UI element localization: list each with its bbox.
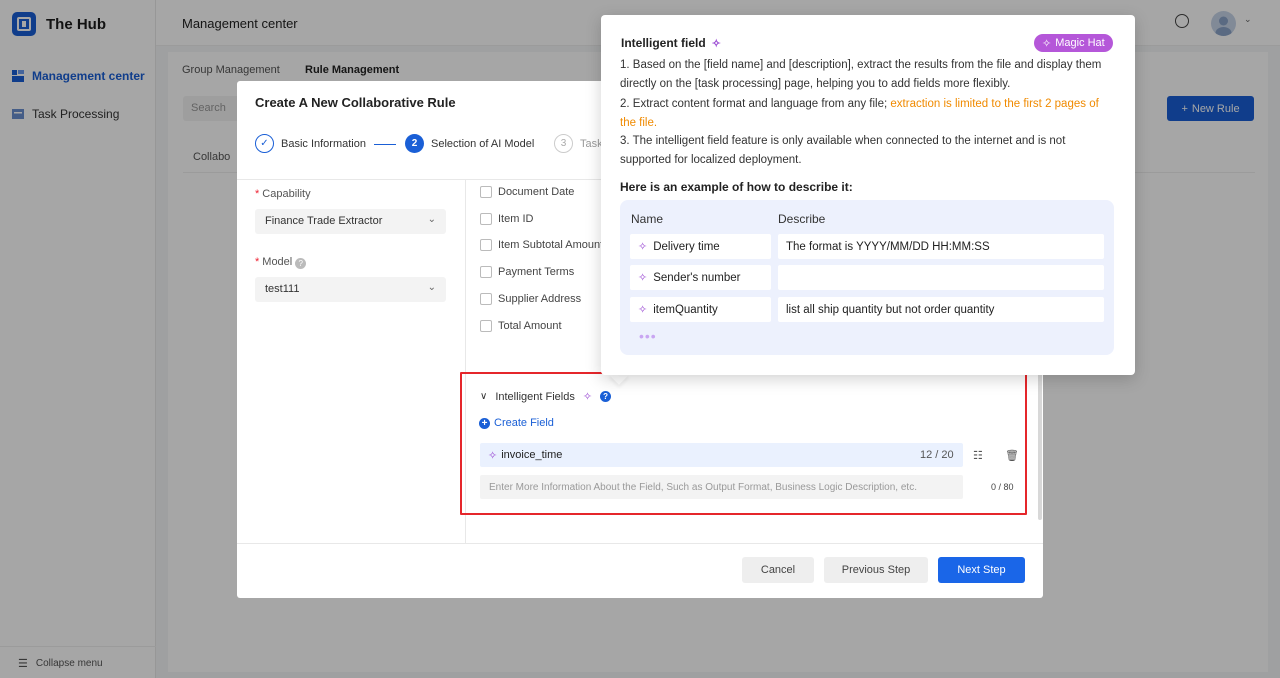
field-name-value: invoice_time bbox=[501, 449, 563, 461]
popover-paragraph-3: 3. The intelligent field feature is only… bbox=[620, 135, 1066, 166]
settings-icon[interactable]: ☷ bbox=[973, 449, 983, 462]
checkbox[interactable] bbox=[480, 213, 492, 225]
checkbox[interactable] bbox=[480, 266, 492, 278]
checkbox-label: Item ID bbox=[498, 213, 534, 225]
checkbox-document-date[interactable]: Document Date bbox=[480, 186, 574, 198]
example-name-cell: ✧ Delivery time bbox=[630, 234, 771, 259]
magic-wand-icon: ✧ bbox=[488, 449, 498, 462]
intelligent-fields-label: Intelligent Fields bbox=[495, 390, 575, 403]
checkbox-item-id[interactable]: Item ID bbox=[480, 213, 533, 225]
step-number: 3 bbox=[554, 134, 573, 153]
checkbox[interactable] bbox=[480, 320, 492, 332]
step-connector bbox=[374, 144, 396, 145]
magic-wand-icon: ✧ bbox=[638, 241, 648, 253]
example-describe-cell: list all ship quantity but not order qua… bbox=[778, 297, 1104, 322]
step-label: Task bbox=[580, 137, 603, 150]
footer-divider bbox=[237, 543, 1043, 544]
magic-wand-icon: ✧ bbox=[638, 304, 648, 316]
step-number: 2 bbox=[405, 134, 424, 153]
field-name-input[interactable]: ✧ invoice_time bbox=[480, 443, 963, 467]
capability-value: Finance Trade Extractor bbox=[265, 215, 383, 227]
model-select[interactable]: test111 ⌄ bbox=[255, 277, 446, 302]
chevron-down-icon[interactable]: ∨ bbox=[480, 391, 487, 402]
checkbox-label: Total Amount bbox=[498, 320, 562, 332]
ellipsis: ••• bbox=[639, 328, 657, 344]
checkbox-label: Payment Terms bbox=[498, 266, 575, 278]
checkbox-label: Supplier Address bbox=[498, 293, 582, 305]
popover-title-text: Intelligent field bbox=[621, 36, 706, 50]
magic-wand-icon: ✧ bbox=[638, 272, 648, 284]
field-name-count: 12 / 20 bbox=[920, 449, 954, 461]
step-label: Selection of AI Model bbox=[431, 137, 535, 150]
step-label: Basic Information bbox=[281, 137, 366, 150]
example-describe-cell bbox=[778, 265, 1104, 290]
magic-wand-icon: ✧ bbox=[711, 37, 721, 50]
field-desc-placeholder: Enter More Information About the Field, … bbox=[489, 482, 917, 493]
model-value: test111 bbox=[265, 283, 300, 295]
modal-title: Create A New Collaborative Rule bbox=[255, 95, 456, 110]
trash-icon[interactable]: 🗑 bbox=[1005, 449, 1019, 462]
checkbox[interactable] bbox=[480, 186, 492, 198]
previous-step-button[interactable]: Previous Step bbox=[824, 557, 928, 583]
checkbox-supplier-address[interactable]: Supplier Address bbox=[480, 293, 581, 305]
magic-wand-icon: ✧ bbox=[582, 391, 593, 403]
help-icon[interactable]: ? bbox=[600, 391, 612, 402]
checkbox-total-amount[interactable]: Total Amount bbox=[480, 320, 562, 332]
help-icon[interactable]: ? bbox=[295, 258, 307, 269]
badge-label: Magic Hat bbox=[1055, 37, 1105, 49]
model-label: * Model? bbox=[255, 256, 307, 269]
field-desc-count: 0 / 80 bbox=[991, 482, 1014, 492]
checkbox[interactable] bbox=[480, 239, 492, 251]
example-name-cell: ✧ itemQuantity bbox=[630, 297, 771, 322]
example-title: Here is an example of how to describe it… bbox=[620, 180, 853, 194]
create-field-label: Create Field bbox=[494, 417, 554, 429]
checkbox-item-subtotal-amount[interactable]: Item Subtotal Amount bbox=[480, 239, 603, 251]
example-describe-cell: The format is YYYY/MM/DD HH:MM:SS bbox=[778, 234, 1104, 259]
step-ai-model[interactable]: 2 Selection of AI Model bbox=[405, 134, 534, 153]
chevron-down-icon: ⌄ bbox=[427, 282, 436, 293]
cancel-button[interactable]: Cancel bbox=[742, 557, 814, 583]
col-name-header: Name bbox=[631, 212, 664, 226]
field-description-input[interactable]: Enter More Information About the Field, … bbox=[480, 475, 963, 499]
plus-icon: + bbox=[479, 417, 490, 429]
magic-wand-icon: ✧ bbox=[1042, 37, 1052, 50]
scrollbar[interactable] bbox=[1038, 370, 1042, 520]
step-basic-information[interactable]: ✓ Basic Information bbox=[255, 134, 366, 153]
capability-select[interactable]: Finance Trade Extractor ⌄ bbox=[255, 209, 446, 234]
popover-title: Intelligent field ✧ bbox=[621, 36, 721, 50]
capability-label: * Capability bbox=[255, 188, 311, 200]
col-describe-header: Describe bbox=[778, 212, 826, 226]
checkbox-payment-terms[interactable]: Payment Terms bbox=[480, 266, 574, 278]
checkbox[interactable] bbox=[480, 293, 492, 305]
chevron-down-icon: ⌄ bbox=[427, 214, 436, 225]
check-icon: ✓ bbox=[255, 134, 274, 153]
popover-paragraph-1: 1. Based on the [field name] and [descri… bbox=[620, 59, 1102, 90]
create-field-button[interactable]: + Create Field bbox=[479, 417, 554, 429]
step-task[interactable]: 3 Task bbox=[554, 134, 603, 153]
example-name-cell: ✧ Sender's number bbox=[630, 265, 771, 290]
popover-paragraph-2: 2. Extract content format and language f… bbox=[620, 98, 1099, 129]
next-step-button[interactable]: Next Step bbox=[938, 557, 1025, 583]
magic-hat-badge: ✧ Magic Hat bbox=[1034, 34, 1113, 52]
intelligent-fields-header[interactable]: ∨ Intelligent Fields ✧ ? bbox=[480, 390, 612, 403]
checkbox-label: Item Subtotal Amount bbox=[498, 239, 604, 251]
checkbox-label: Document Date bbox=[498, 186, 575, 198]
